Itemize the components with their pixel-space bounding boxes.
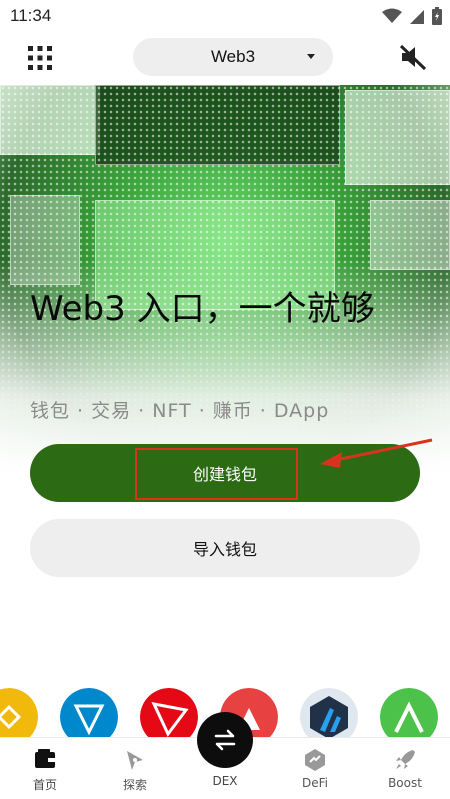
top-bar: Web3 [0, 38, 450, 78]
arbitrum-icon [300, 688, 358, 738]
tron-icon [140, 688, 198, 738]
nav-item-home[interactable]: 首页 [10, 748, 80, 793]
ton-icon [60, 688, 118, 738]
compass-icon [127, 751, 143, 770]
nav-label-dex: DEX [212, 774, 238, 788]
battery-icon [432, 7, 442, 25]
nav-label: 探索 [122, 778, 147, 792]
network-selector[interactable]: Web3 [133, 38, 333, 76]
nav-label: DeFi [302, 776, 328, 790]
grid-menu-icon[interactable] [26, 44, 54, 72]
swap-icon [214, 729, 236, 751]
nav-label: 首页 [32, 778, 57, 792]
import-wallet-label: 导入钱包 [192, 540, 257, 559]
signal-icon [410, 10, 424, 24]
chevron-down-icon [307, 54, 315, 59]
annotation-arrow-icon [320, 438, 433, 468]
nav-item-defi[interactable]: DeFi [280, 748, 350, 790]
nav-label: Boost [388, 776, 422, 790]
hero-tagline: 钱包 · 交易 · NFT · 赚币 · DApp [30, 400, 330, 422]
wifi-icon [382, 8, 402, 23]
annotation-highlight-box [135, 448, 298, 500]
sound-mute-icon[interactable] [398, 42, 428, 72]
wallet-icon [35, 749, 55, 768]
bnb-icon [0, 688, 38, 738]
status-icons [382, 7, 442, 25]
status-time: 11:34 [10, 6, 52, 25]
import-wallet-button[interactable]: 导入钱包 [30, 519, 420, 577]
aptos-icon [380, 688, 438, 738]
dex-swap-button[interactable] [197, 712, 253, 768]
defi-icon [305, 749, 325, 771]
rocket-icon [396, 750, 415, 769]
network-selector-label: Web3 [210, 47, 256, 66]
nav-item-explore[interactable]: 探索 [100, 748, 170, 793]
hero-headline: Web3 入口，一个就够 [30, 289, 375, 329]
status-bar: 11:34 [0, 0, 450, 32]
nav-item-boost[interactable]: Boost [370, 748, 440, 790]
